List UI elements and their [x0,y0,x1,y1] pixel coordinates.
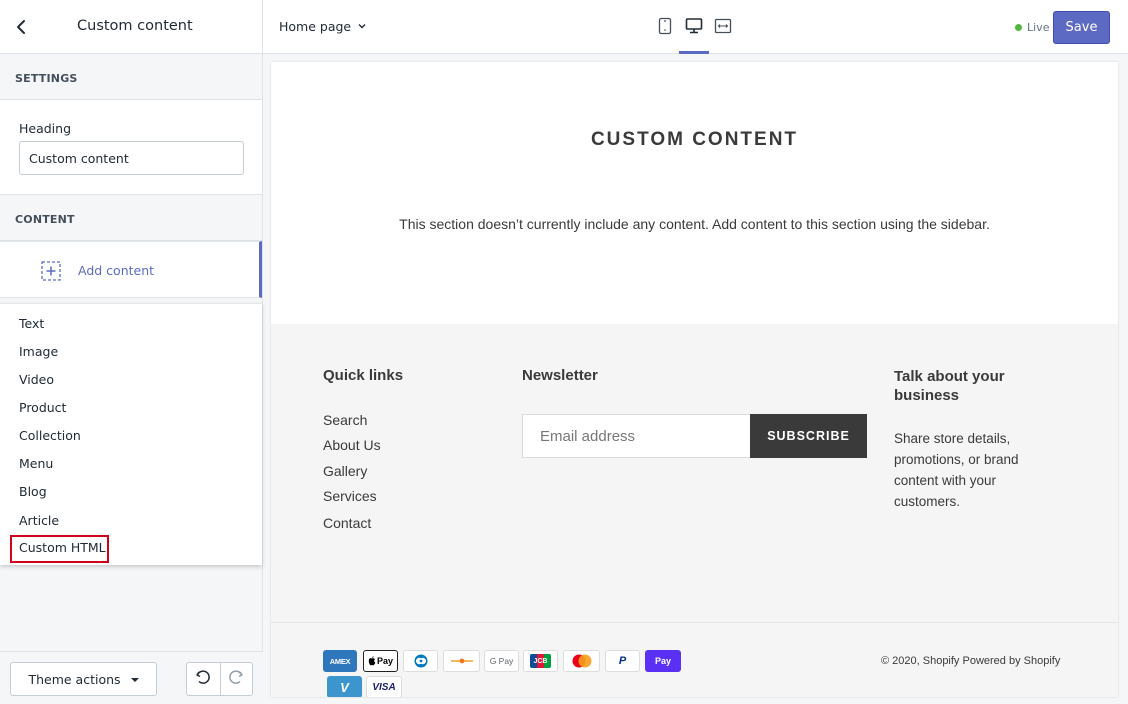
apple-pay-icon: Pay [363,650,398,672]
editor-topbar: Home page Live Save [263,0,1128,54]
mobile-view-button[interactable] [654,17,676,39]
section-title: CUSTOM CONTENT [590,129,799,150]
storefront-preview: CUSTOM CONTENT This section doesn’t curr… [271,62,1118,697]
sidebar-header: Custom content [0,0,262,54]
theme-actions-label: Theme actions [28,671,121,687]
footer-link-about-us[interactable]: About Us [323,437,381,453]
visa-icon-label: VISA [372,681,396,693]
heading-setting: Heading [0,100,262,195]
heading-field-label: Heading [19,121,72,136]
block-option-text[interactable]: Text [19,316,44,331]
sidebar-footer: Theme actions [0,651,263,704]
expand-width-icon [714,17,732,39]
editor-sidebar: Custom content SETTINGS Heading CONTENT … [0,0,263,704]
block-option-product[interactable]: Product [19,400,66,415]
jcb-icon-label: JCB [533,657,548,665]
undo-redo-group [186,662,253,696]
theme-actions-button[interactable]: Theme actions [10,662,157,696]
fullscreen-view-button[interactable] [712,17,734,39]
footer-link-gallery[interactable]: Gallery [323,463,367,479]
desktop-icon [685,17,703,39]
page-select-dropdown[interactable]: Home page [279,19,367,34]
venmo-icon-label: V [340,679,349,695]
amex-icon: AMEX [323,650,357,672]
live-dot-icon [1015,24,1022,31]
powered-by-link[interactable]: Powered by Shopify [963,655,1061,667]
block-option-article[interactable]: Article [19,513,59,528]
block-option-image[interactable]: Image [19,344,58,359]
about-text: Share store details, promotions, or bran… [894,431,1019,509]
chevron-down-icon [357,19,367,34]
discover-icon [443,650,480,672]
custom-html-highlight-box [10,535,109,563]
subscribe-button[interactable]: SUBSCRIBE [750,414,867,458]
venmo-icon: V [327,676,362,697]
add-content-button[interactable]: Add content [0,241,262,298]
redo-icon [227,668,245,690]
shop-pay-icon: Pay [645,650,681,672]
active-device-indicator [679,51,709,54]
google-pay-icon: G Pay [484,650,519,672]
diners-club-icon [403,650,438,672]
mastercard-icon [563,650,600,672]
footer-copyright: © 2020, Shopify Powered by Shopify [881,655,1060,667]
caret-down-icon [130,678,139,682]
block-type-menu: Text Image Video Product Collection Menu… [0,303,262,565]
shop-pay-icon-label: Pay [654,656,671,666]
block-option-video[interactable]: Video [19,372,54,387]
amex-icon-label: AMEX [329,656,351,666]
live-status: Live [1015,21,1049,34]
google-pay-icon-label: G Pay [489,656,514,666]
save-button[interactable]: Save [1053,11,1110,44]
settings-section-heading: SETTINGS [0,54,262,100]
empty-section-message: This section doesn’t currently include a… [399,216,990,232]
store-footer: Quick links Search About Us Gallery Serv… [271,324,1118,697]
copyright-text: © 2020, Shopify [881,655,960,667]
add-content-label: Add content [78,263,155,278]
redo-button[interactable] [219,663,253,695]
block-option-menu[interactable]: Menu [19,456,53,471]
live-label: Live [1027,21,1050,34]
jcb-icon: JCB [523,650,558,672]
block-option-collection[interactable]: Collection [19,428,81,443]
about-heading: Talk about your business [894,368,1005,404]
paypal-icon-label: P [618,655,627,667]
footer-link-contact[interactable]: Contact [323,515,371,531]
visa-icon: VISA [366,676,402,697]
footer-divider [271,622,1118,623]
undo-icon [194,668,212,690]
newsletter-heading: Newsletter [522,367,598,384]
content-section-heading: CONTENT [0,195,262,241]
footer-link-services[interactable]: Services [323,488,377,504]
back-arrow-icon[interactable] [12,17,32,37]
page-select-value: Home page [279,19,352,34]
mobile-icon [658,17,672,39]
apple-pay-icon-label: Pay [376,656,393,666]
newsletter-email-input[interactable] [522,414,751,458]
sidebar-title: Custom content [77,18,193,34]
heading-input[interactable] [19,141,244,175]
paypal-icon: P [605,650,640,672]
add-block-icon [41,261,61,281]
footer-link-search[interactable]: Search [323,412,367,428]
quick-links-heading: Quick links [323,367,404,384]
desktop-view-button[interactable] [683,17,705,39]
block-option-blog[interactable]: Blog [19,484,47,499]
undo-button[interactable] [187,663,220,695]
